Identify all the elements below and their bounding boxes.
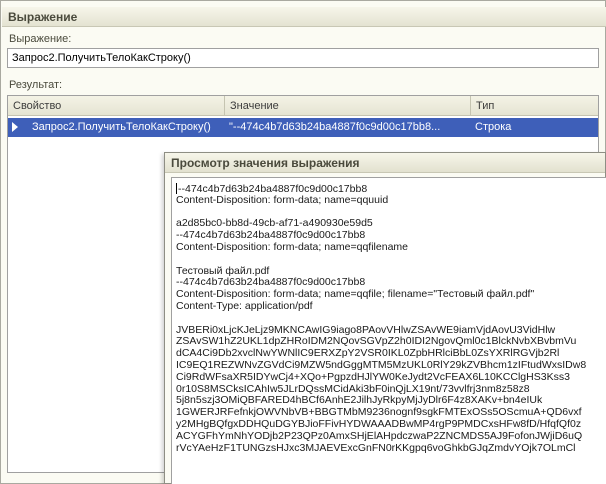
value-preview-popup: Просмотр значения выражения --474c4b7d63…	[164, 152, 606, 484]
table-header: Свойство Значение Тип	[8, 96, 598, 116]
text-line	[176, 254, 606, 266]
row-pointer-icon	[12, 122, 18, 132]
text-line: rVcYAeHzF1TUNGzsHJxc3MJAEVExcGnFN0rKKgpq…	[176, 441, 576, 454]
text-line: IC9EQ1REZWNvZGVdCi9MZW5ndGggMTM5MzUKL0Rl…	[176, 358, 587, 371]
cell-value: "--474c4b7d63b24ba4887f0c9d00c17bb8...	[229, 121, 441, 133]
result-label: Результат:	[9, 79, 63, 91]
value-text-area[interactable]: --474c4b7d63b24ba4887f0c9d00c17bb8 Conte…	[171, 177, 606, 484]
text-caret	[176, 183, 177, 194]
window-title: Выражение	[2, 7, 606, 27]
cell-property: Запрос2.ПолучитьТелоКакСтроку()	[32, 121, 211, 133]
text-line	[176, 313, 606, 325]
text-line: Ci9RdWFsaXR5IDYwCj4+XQo+PgpzdHJlYW0KeJyd…	[176, 370, 570, 383]
column-header-value[interactable]: Значение	[225, 96, 471, 116]
text-line: Content-Type: application/pdf	[176, 299, 313, 312]
text-line: y2MHgBQfgxDDHQuDGYBJioFFivHYDWAAADBwMP4r…	[176, 417, 582, 430]
expression-label: Выражение:	[9, 33, 72, 45]
text-line: Content-Disposition: form-data; name=qqu…	[176, 193, 389, 206]
expression-input[interactable]: Запрос2.ПолучитьТелоКакСтроку()	[7, 48, 599, 68]
text-line: Content-Disposition: form-data; name=qqf…	[176, 240, 408, 253]
column-header-type[interactable]: Тип	[471, 96, 600, 116]
popup-title: Просмотр значения выражения	[165, 153, 605, 173]
column-header-property[interactable]: Свойство	[8, 96, 225, 116]
cell-type: Строка	[475, 121, 512, 133]
text-line: ACYGFhYmNhYODjb2P23QPz0AmxSHjElAHpdczwaP…	[176, 429, 583, 442]
table-row[interactable]: Запрос2.ПолучитьТелоКакСтроку() "--474c4…	[8, 118, 598, 137]
